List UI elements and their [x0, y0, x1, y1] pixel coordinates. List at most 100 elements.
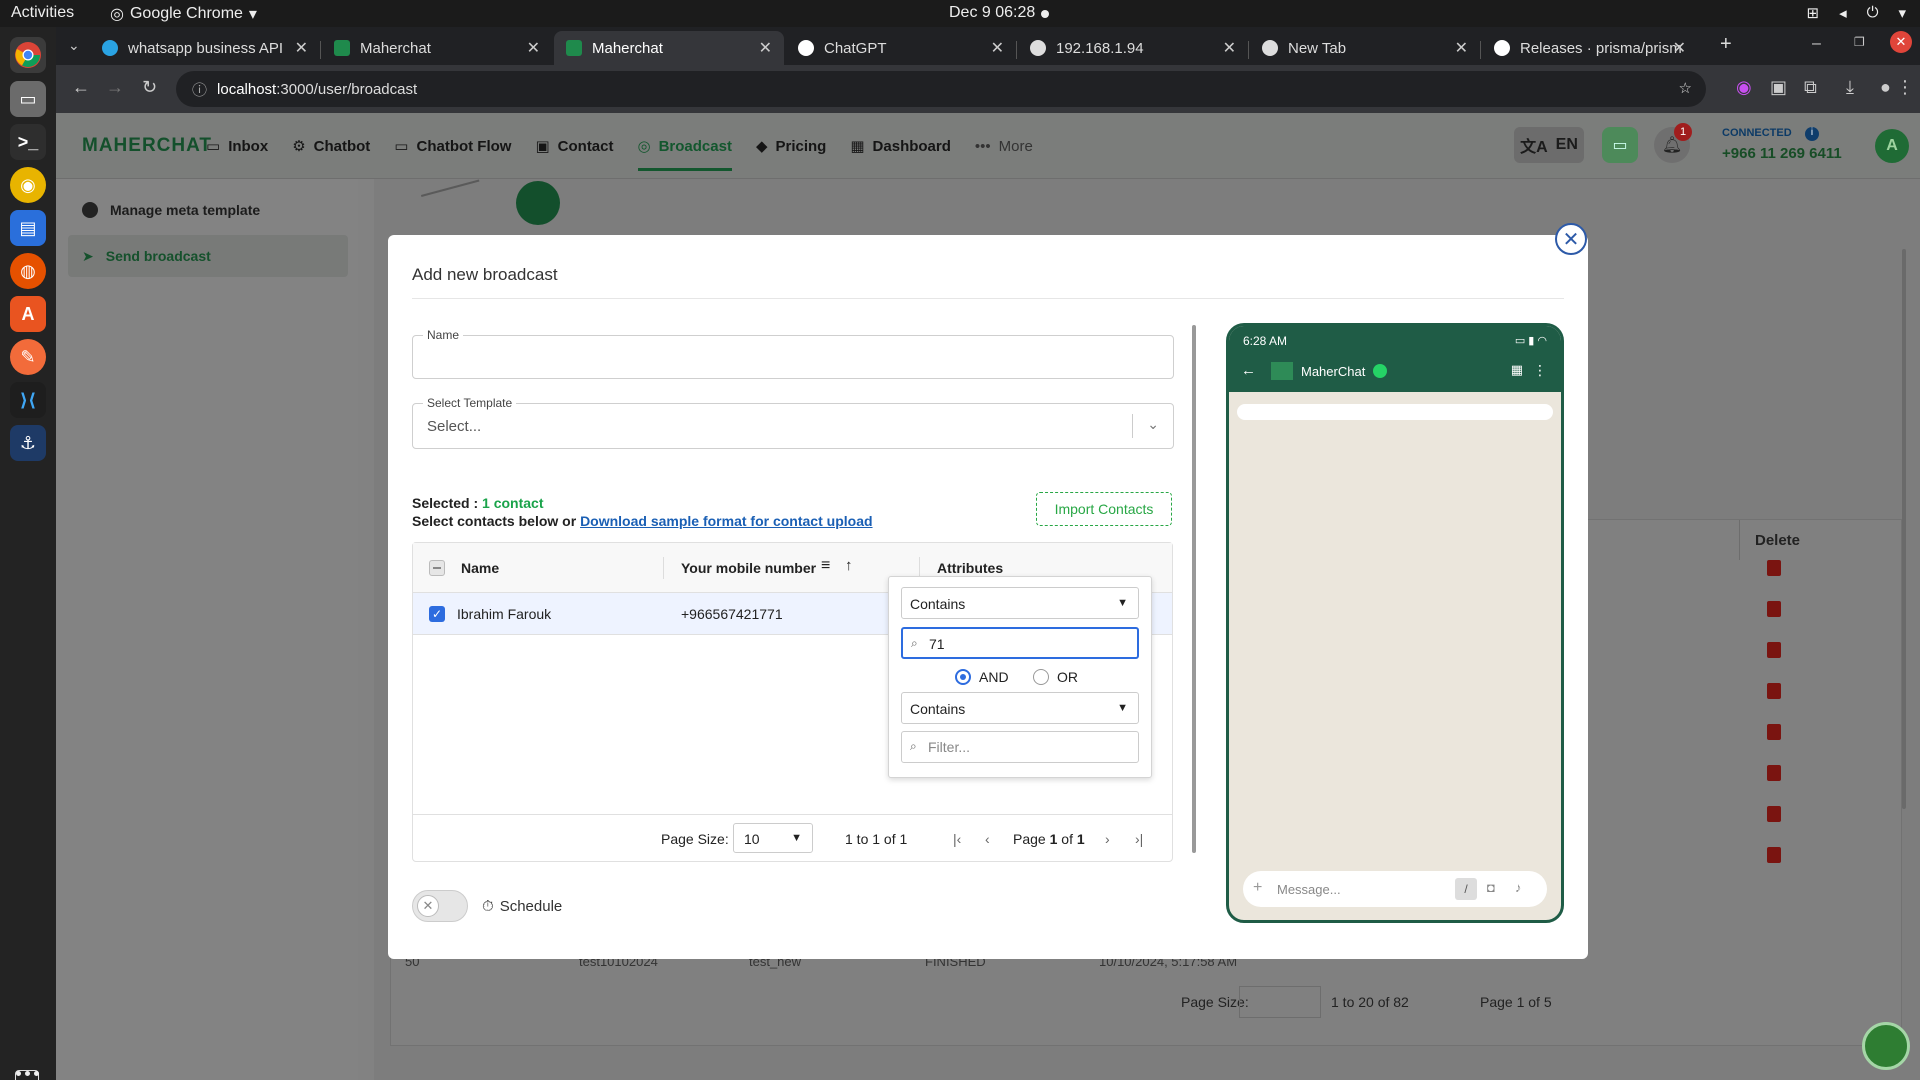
tab-whatsapp-api[interactable]: whatsapp business API ✕ — [90, 31, 321, 65]
software-dock-icon[interactable]: A — [10, 296, 46, 332]
close-modal-button[interactable]: ✕ — [1555, 223, 1587, 255]
delete-icon[interactable] — [1767, 724, 1781, 740]
clock[interactable]: Dec 9 06:28 — [949, 4, 1035, 22]
download-sample-link[interactable]: Download sample format for contact uploa… — [580, 513, 872, 529]
close-icon[interactable]: ✕ — [759, 38, 772, 58]
page-scrollbar[interactable] — [1902, 249, 1906, 809]
activities-button[interactable]: Activities — [11, 4, 74, 22]
prev-page-icon[interactable]: ‹ — [985, 831, 990, 847]
close-icon[interactable]: ✕ — [527, 38, 540, 58]
workbench-dock-icon[interactable]: ⚓ — [10, 425, 46, 461]
close-icon[interactable]: ✕ — [1673, 38, 1686, 58]
first-page-icon[interactable]: |‹ — [953, 831, 961, 847]
delete-icon[interactable] — [1767, 847, 1781, 863]
template-select[interactable]: Select Template Select... ⌄ — [412, 396, 1174, 449]
firefox-dock-icon[interactable]: ◍ — [10, 253, 46, 289]
nav-chatbot-flow[interactable]: ▭ Chatbot Flow — [394, 113, 511, 179]
back-icon[interactable]: ← — [72, 77, 90, 98]
address-bar[interactable]: ⓘ localhost:3000/user/broadcast ☆ — [176, 71, 1706, 107]
col-attributes[interactable]: Attributes — [937, 560, 1003, 576]
delete-icon[interactable] — [1767, 806, 1781, 822]
col-name[interactable]: Name — [461, 560, 499, 576]
page-size-select[interactable]: 10 ▼ — [733, 823, 813, 853]
postman-dock-icon[interactable]: ✎ — [10, 339, 46, 375]
new-tab-icon[interactable]: + — [1720, 33, 1732, 56]
modal-scrollbar[interactable] — [1192, 325, 1196, 853]
close-icon[interactable]: ✕ — [1223, 38, 1236, 58]
rhythmbox-dock-icon[interactable]: ◉ — [10, 167, 46, 203]
filter-value-2[interactable]: ⌕ Filter... — [901, 731, 1139, 763]
sidebar-item-manage-template[interactable]: Manage meta template — [68, 189, 348, 231]
tab-maherchat-1[interactable]: Maherchat ✕ — [322, 31, 552, 65]
extensions-puzzle-icon[interactable]: ⧉ — [1804, 77, 1817, 98]
and-radio[interactable]: AND — [955, 669, 1009, 685]
tab-ip[interactable]: 192.168.1.94 ✕ — [1018, 31, 1249, 65]
forward-icon[interactable]: → — [106, 77, 124, 98]
menu-dots-icon[interactable]: ⋮ — [1896, 77, 1914, 98]
delete-icon[interactable] — [1767, 601, 1781, 617]
name-field[interactable]: Name — [412, 328, 1174, 379]
nav-inbox[interactable]: ▭ Inbox — [206, 113, 268, 179]
close-icon[interactable]: ✕ — [1455, 38, 1468, 58]
tab-title: Releases · prisma/prism — [1520, 39, 1682, 57]
brand-logo[interactable]: MAHERCHAT — [82, 135, 212, 157]
language-label: EN — [1555, 136, 1578, 153]
download-icon[interactable]: ⤓ — [1846, 77, 1854, 98]
tab-chatgpt[interactable]: ChatGPT ✕ — [786, 31, 1017, 65]
avatar[interactable]: A — [1875, 129, 1909, 163]
col-mobile[interactable]: Your mobile number — [681, 560, 816, 576]
select-all-checkbox[interactable] — [429, 560, 445, 576]
notifications-button[interactable]: 🔔︎ 1 — [1654, 123, 1692, 163]
terminal-dock-icon[interactable]: >_ — [10, 124, 46, 160]
page-size-select[interactable] — [1239, 986, 1321, 1018]
reload-icon[interactable]: ↻ — [142, 77, 157, 98]
import-contacts-button[interactable]: Import Contacts — [1036, 492, 1172, 526]
filter-value-1[interactable]: ⌕ 71 — [901, 627, 1139, 659]
files-dock-icon[interactable]: ▭ — [10, 81, 46, 117]
profile-icon[interactable]: ● — [1880, 77, 1891, 98]
delete-icon[interactable] — [1767, 560, 1781, 576]
info-icon[interactable]: i — [1805, 127, 1819, 141]
chrome-dock-icon[interactable] — [10, 37, 46, 73]
nav-dashboard[interactable]: ▦ Dashboard — [850, 113, 951, 179]
last-page-icon[interactable]: ›| — [1135, 831, 1143, 847]
sidebar-item-send-broadcast[interactable]: ➤ Send broadcast — [68, 235, 348, 277]
close-icon[interactable]: ✕ — [991, 38, 1004, 58]
schedule-toggle[interactable]: ✕ — [412, 890, 468, 922]
app-menu[interactable]: ◎ Google Chrome ▾ — [110, 4, 257, 24]
apps-grid-icon[interactable] — [15, 1070, 39, 1080]
sort-ascending-icon[interactable]: ↑ — [845, 557, 853, 574]
close-window-icon[interactable]: ✕ — [1890, 31, 1912, 53]
close-icon[interactable]: ✕ — [295, 38, 308, 58]
extension-icon-2[interactable]: ▣ — [1770, 77, 1787, 98]
assistant-widget-icon[interactable] — [1862, 1022, 1910, 1070]
language-button[interactable]: 文A EN — [1514, 127, 1584, 163]
tab-prisma-releases[interactable]: Releases · prisma/prism ✕ — [1482, 31, 1698, 65]
vscode-dock-icon[interactable]: ⟩⟨ — [10, 382, 46, 418]
tab-new-tab[interactable]: New Tab ✕ — [1250, 31, 1481, 65]
nav-chatbot[interactable]: ⚙ Chatbot — [292, 113, 370, 179]
or-radio[interactable]: OR — [1033, 669, 1078, 685]
next-page-icon[interactable]: › — [1105, 831, 1110, 847]
filter-icon[interactable]: ≡ — [821, 557, 830, 575]
nav-more[interactable]: ••• More — [975, 113, 1033, 179]
filter-operator-2[interactable]: Contains ▼ — [901, 692, 1139, 724]
delete-icon[interactable] — [1767, 642, 1781, 658]
restore-icon[interactable]: ❐ — [1854, 35, 1865, 49]
writer-dock-icon[interactable]: ▤ — [10, 210, 46, 246]
row-checkbox[interactable]: ✓ — [429, 606, 445, 622]
bookmark-star-icon[interactable]: ☆ — [1679, 79, 1692, 97]
delete-icon[interactable] — [1767, 765, 1781, 781]
filter-operator-1[interactable]: Contains ▼ — [901, 587, 1139, 619]
minimize-icon[interactable]: – — [1812, 35, 1821, 53]
site-info-icon[interactable]: ⓘ — [192, 79, 207, 100]
wallet-button[interactable]: ▭ — [1602, 127, 1638, 163]
tab-maherchat-2[interactable]: Maherchat ✕ — [554, 31, 784, 65]
nav-pricing[interactable]: ◆ Pricing — [756, 113, 826, 179]
system-tray[interactable]: ⊞ ◂ ⏻ ▾ — [1806, 4, 1906, 22]
extension-icon[interactable]: ◉ — [1736, 77, 1752, 98]
delete-icon[interactable] — [1767, 683, 1781, 699]
tab-search-icon[interactable]: ⌄ — [68, 37, 80, 54]
nav-contact[interactable]: ▣ Contact — [535, 113, 613, 179]
nav-broadcast[interactable]: ◎ Broadcast — [637, 113, 733, 179]
